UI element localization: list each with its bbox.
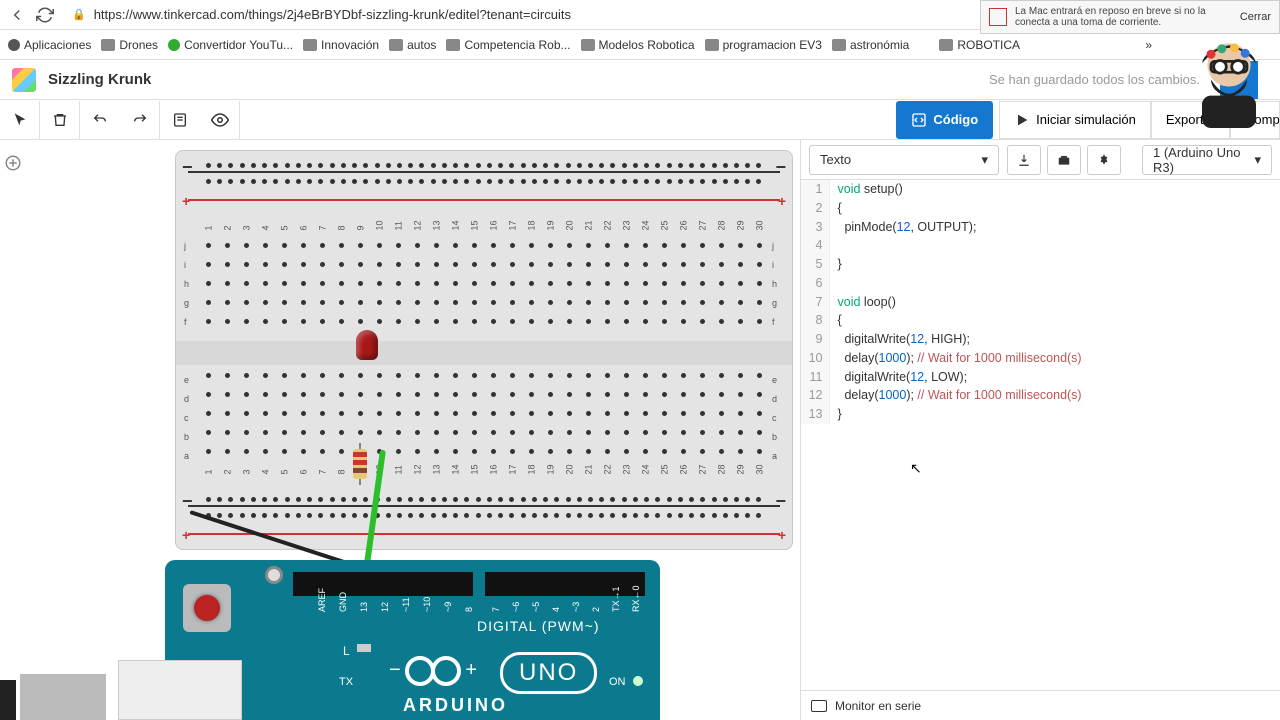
chevron-down-icon: ▾ [981, 152, 988, 168]
bookmark-yt[interactable]: Convertidor YouTu... [168, 38, 293, 52]
lock-icon: 🔒 [72, 8, 86, 21]
cursor-tool[interactable] [0, 101, 40, 139]
parts-tray-item-1[interactable] [20, 674, 106, 720]
bookmark-innov[interactable]: Innovación [303, 38, 379, 52]
led-component[interactable] [356, 330, 378, 360]
visibility-button[interactable] [200, 101, 240, 139]
rail-minus-icon: − [182, 157, 193, 178]
code-toolbar: Texto ▾ 1 (Arduino Uno R3) ▾ [801, 140, 1280, 180]
bookmarks-more[interactable]: » [1145, 38, 1152, 52]
parts-tray-handle[interactable] [0, 680, 16, 720]
arduino-infinity-logo: − + [405, 656, 461, 686]
code-panel: Texto ▾ 1 (Arduino Uno R3) ▾ 1void setup… [800, 140, 1280, 720]
code-icon [911, 112, 927, 128]
notification-text: La Mac entrará en reposo en breve si no … [1015, 6, 1232, 28]
code-button[interactable]: Código [896, 101, 993, 139]
library-button[interactable] [1047, 145, 1081, 175]
rail-plus-icon: + [182, 193, 190, 209]
bookmark-ev3[interactable]: programacion EV3 [705, 38, 822, 52]
tinkercad-logo[interactable] [12, 68, 36, 92]
apps-button[interactable]: Aplicaciones [8, 38, 91, 52]
device-select[interactable]: 1 (Arduino Uno R3) ▾ [1142, 145, 1272, 175]
save-status: Se han guardado todos los cambios. [989, 72, 1200, 87]
arduino-uno-label: UNO [500, 652, 597, 694]
bookmark-autos[interactable]: autos [389, 38, 436, 52]
battery-warning-icon [989, 8, 1007, 26]
bookmark-modelos[interactable]: Modelos Robotica [581, 38, 695, 52]
resistor-component[interactable] [353, 443, 367, 485]
code-editor[interactable]: 1void setup()2{3 pinMode(12, OUTPUT);45}… [801, 180, 1280, 690]
bookmark-astro[interactable]: astronómia [832, 38, 909, 52]
bookmarks-bar: Aplicaciones Drones Convertidor YouTu...… [0, 30, 1280, 60]
presenter-avatar [1184, 38, 1274, 128]
notification-close-button[interactable]: Cerrar [1240, 11, 1271, 23]
arduino-name-label: ARDUINO [403, 695, 508, 716]
download-code-button[interactable] [1007, 145, 1041, 175]
url-text: https://www.tinkercad.com/things/2j4eBrB… [94, 7, 571, 22]
reload-icon[interactable] [36, 6, 54, 24]
start-simulation-button[interactable]: Iniciar simulación [999, 101, 1151, 139]
bookmark-comp[interactable]: Competencia Rob... [446, 38, 570, 52]
debug-button[interactable] [1087, 145, 1121, 175]
project-title-bar: Sizzling Krunk Se han guardado todos los… [0, 60, 1280, 100]
bookmark-drones[interactable]: Drones [101, 38, 158, 52]
circuit-canvas[interactable]: − − + + 12345678910111213141516171819202… [0, 140, 800, 720]
notes-button[interactable] [160, 101, 200, 139]
parts-tray-item-2[interactable] [118, 660, 242, 720]
code-mode-select[interactable]: Texto ▾ [809, 145, 999, 175]
play-icon [1014, 112, 1030, 128]
serial-monitor-toggle[interactable]: Monitor en serie [801, 690, 1280, 720]
main-toolbar: Código Iniciar simulación Exportar Compa… [0, 100, 1280, 140]
project-title[interactable]: Sizzling Krunk [48, 71, 151, 88]
bookmark-robotica[interactable]: ROBOTICA [939, 38, 1020, 52]
delete-button[interactable] [40, 101, 80, 139]
serial-monitor-icon [811, 700, 827, 712]
breadboard[interactable]: − − + + 12345678910111213141516171819202… [175, 150, 793, 550]
chevron-down-icon: ▾ [1254, 152, 1261, 168]
undo-button[interactable] [80, 101, 120, 139]
arduino-reset-button[interactable] [183, 584, 231, 632]
back-icon[interactable] [8, 6, 26, 24]
redo-button[interactable] [120, 101, 160, 139]
zoom-fit-icon[interactable] [4, 154, 22, 172]
system-notification: La Mac entrará en reposo en breve si no … [980, 0, 1280, 34]
arduino-digital-label: DIGITAL (PWM~) [477, 618, 600, 634]
